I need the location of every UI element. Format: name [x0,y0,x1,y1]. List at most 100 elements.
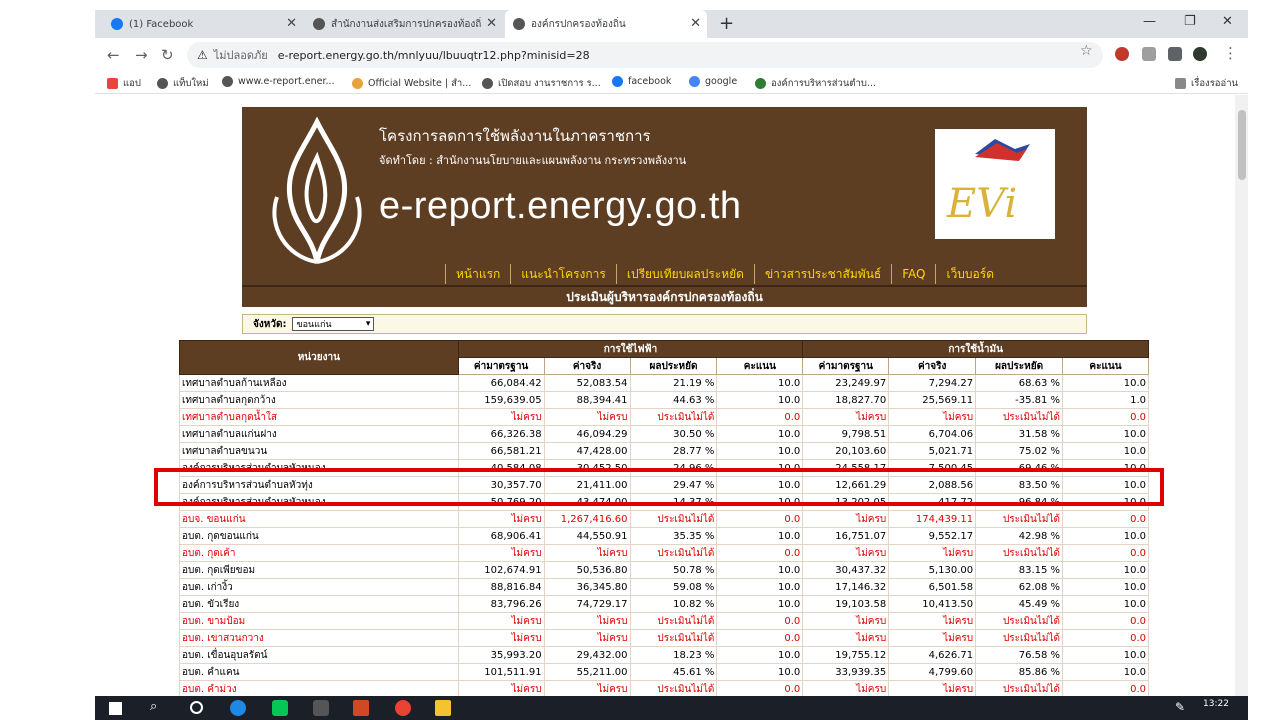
reload-button[interactable]: ↻ [161,46,174,64]
windows-start-icon[interactable] [109,702,122,715]
bookmark-facebook[interactable]: facebook [612,76,671,87]
value-cell: 74,729.17 [543,595,631,613]
edge-icon[interactable] [230,700,246,716]
bookmark-label: google [705,76,738,87]
value-cell: 35,993.20 [457,646,545,664]
value-cell: 50.78 % [629,561,718,579]
column-header: ค่าจริง [543,357,631,375]
value-cell: 0.0 [716,544,804,562]
value-cell: 9,798.51 [802,425,890,443]
value-cell: ไม่ครบ [888,629,977,647]
value-cell: 10.0 [1062,374,1149,392]
tab-strip: (1) Facebook ✕ สำนักงานส่งเสริมการปกครอง… [95,10,1248,38]
value-cell: ประเมินไม่ได้ [629,612,718,630]
value-cell: ไม่ครบ [457,680,545,696]
tab-local-government[interactable]: องค์กรปกครองท้องถิ่น ✕ [505,10,707,38]
globe-icon [513,18,525,30]
value-cell: 88,394.41 [543,391,631,409]
page-scrollbar[interactable] [1235,95,1248,696]
menu-compare[interactable]: เปรียบเทียบผลประหยัด [615,264,754,284]
value-cell: ไม่ครบ [543,408,631,426]
reading-list[interactable]: เรื่องรออ่าน [1175,76,1238,91]
banner-subtitle: จัดทำโดย : สำนักงานนโยบายและแผนพลังงาน ก… [379,154,687,167]
unit-name-cell: เทศบาลตำบลขนวน [179,442,459,460]
line-app-icon[interactable] [272,700,288,716]
highlight-box [154,468,1164,506]
more-menu-icon[interactable]: ⋮ [1223,44,1238,62]
value-cell: 10.0 [716,527,804,545]
value-cell: 0.0 [1062,680,1149,696]
table-row: อบต. ขัวเรียง 83,796.26 74,729.17 10.82 % 10… [179,595,1149,613]
maximize-button[interactable]: ❐ [1184,14,1196,29]
menu-faq[interactable]: FAQ [891,264,935,284]
browser-window: (1) Facebook ✕ สำนักงานส่งเสริมการปกครอง… [95,10,1248,696]
menu-home[interactable]: หน้าแรก [445,264,510,284]
tab-facebook[interactable]: (1) Facebook ✕ [103,10,303,38]
browser-toolbar: ← → ↻ ⚠ ไม่ปลอดภัย e-report.energy.go.th… [95,38,1248,72]
unit-name-cell: อบต. กุดขอนแก่น [179,527,459,545]
bookmark-sao[interactable]: องค์การบริหารส่วนตำบ... [755,76,876,91]
value-cell: ประเมินไม่ได้ [629,544,718,562]
globe-icon [482,78,493,89]
table-row: อบต. กุดเพียขอม 102,674.91 50,536.80 50.78 … [179,561,1149,579]
value-cell: 55,211.00 [543,663,631,681]
value-cell: 101,511.91 [457,663,545,681]
value-cell: 10.0 [1062,561,1149,579]
pen-icon[interactable]: ✎ [1175,700,1191,716]
bookmark-jobs[interactable]: เปิดสอบ งานราชการ ร... [482,76,601,91]
bookmark-new-tab[interactable]: แท็บใหม่ [157,76,209,91]
profile-avatar[interactable] [1193,47,1207,61]
value-cell: 0.0 [1062,510,1149,528]
close-window-button[interactable]: ✕ [1222,14,1233,29]
value-cell: 10.0 [1062,578,1149,596]
desktop: (1) Facebook ✕ สำนักงานส่งเสริมการปกครอง… [0,0,1280,720]
powerpoint-icon[interactable] [353,700,369,716]
value-cell: 18.23 % [629,646,718,664]
pdf-extension-icon[interactable] [1142,47,1156,61]
tab-local-admin-office[interactable]: สำนักงานส่งเสริมการปกครองท้องถิ่นจั... ✕ [305,10,503,38]
province-select[interactable]: ขอนแก่น ▾ [292,317,375,331]
bookmark-official-website[interactable]: Official Website | สำ... [352,76,471,91]
puzzle-icon[interactable] [1168,47,1182,61]
close-tab-icon[interactable]: ✕ [286,16,297,31]
bookmark-label: แท็บใหม่ [173,78,209,89]
address-bar[interactable]: ⚠ ไม่ปลอดภัย e-report.energy.go.th/mnlyu… [187,42,1103,68]
value-cell: 29,432.00 [543,646,631,664]
value-cell: 10.0 [1062,425,1149,443]
close-tab-icon[interactable]: ✕ [486,16,497,31]
value-cell: 45.49 % [975,595,1064,613]
scroll-thumb[interactable] [1238,110,1246,180]
back-button[interactable]: ← [107,46,120,64]
bookmark-apps[interactable]: แอป [107,76,141,91]
value-cell: 0.0 [716,629,804,647]
bookmark-star-icon[interactable]: ☆ [1080,43,1093,59]
value-cell: 10,413.50 [888,595,977,613]
menu-webboard[interactable]: เว็บบอร์ด [935,264,1004,284]
menu-about[interactable]: แนะนำโครงการ [510,264,616,284]
security-label: ไม่ปลอดภัย [213,49,268,62]
search-icon[interactable]: ⌕ [150,699,166,715]
value-cell: 16,751.07 [802,527,890,545]
clock[interactable]: 13:22 [1203,699,1229,709]
forward-button[interactable]: → [135,46,148,64]
value-cell: 19,103.58 [802,595,890,613]
new-tab-button[interactable]: + [719,13,734,34]
menu-news[interactable]: ข่าวสารประชาสัมพันธ์ [753,264,891,284]
file-explorer-icon[interactable] [435,700,451,716]
value-cell: 44.63 % [629,391,718,409]
chrome-icon[interactable] [395,700,411,716]
value-cell: -35.81 % [975,391,1064,409]
app-icon[interactable] [313,700,329,716]
bookmark-ereport[interactable]: www.e-report.ener... [222,76,335,87]
value-cell: 0.0 [1062,544,1149,562]
task-view-icon[interactable] [190,701,203,714]
oil-group-header: การใช้น้ำมัน [802,340,1149,358]
bookmark-google[interactable]: google [689,76,737,87]
extension-icon[interactable] [1115,47,1129,61]
value-cell: 35.35 % [629,527,718,545]
close-tab-icon[interactable]: ✕ [690,16,701,31]
column-header: ค่ามาตรฐาน [457,357,545,375]
value-cell: 10.0 [1062,595,1149,613]
value-cell: 19,755.12 [802,646,890,664]
minimize-button[interactable]: — [1143,14,1156,29]
